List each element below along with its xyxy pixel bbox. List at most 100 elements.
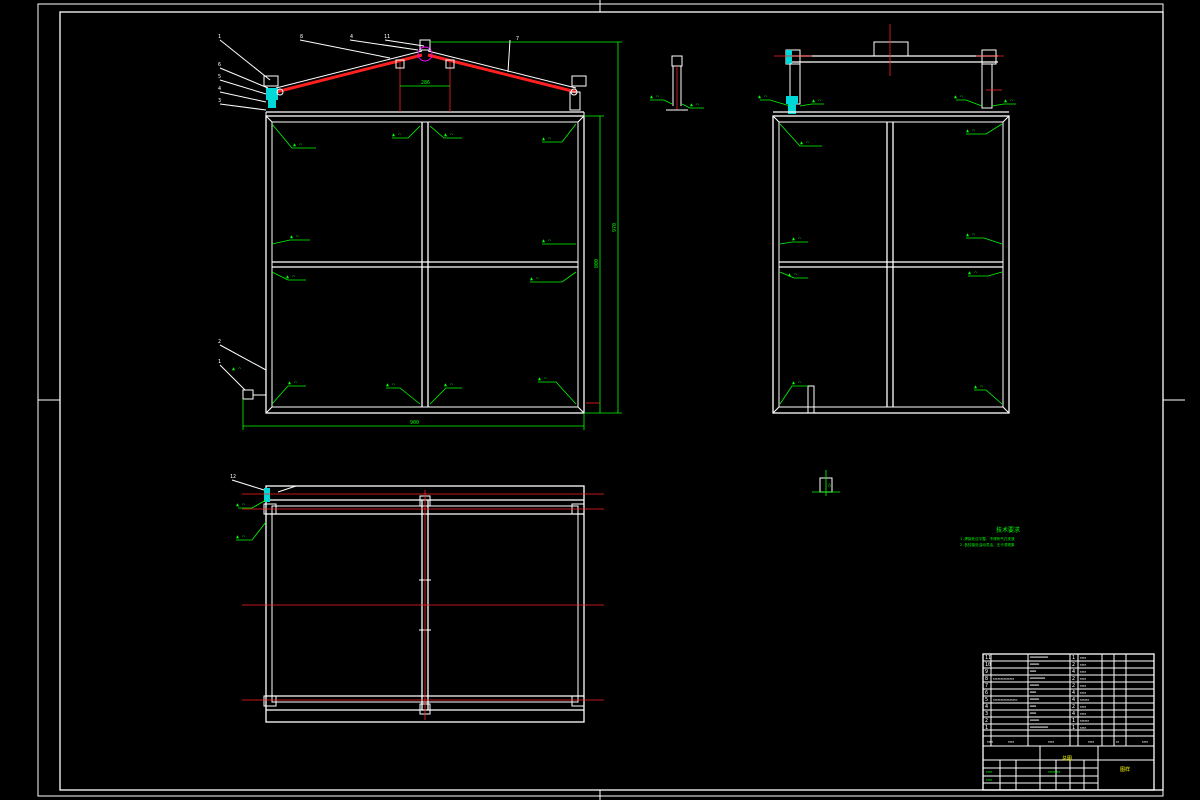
front-view: 286 800 970 900 [242,39,622,430]
notes-line-1: 1.焊接处应平整，不得有气孔夹渣 [960,536,1015,541]
svg-text:▭▭: ▭▭ [987,739,993,745]
svg-text:▲ ⌒: ▲ ⌒ [530,276,539,282]
notes-title: 技术要求 [996,526,1020,534]
svg-text:2: 2 [218,339,221,345]
svg-text:▭▭: ▭▭ [1080,662,1086,668]
svg-text:▲ ⌒: ▲ ⌒ [792,236,801,242]
svg-text:2: 2 [1072,676,1075,682]
svg-text:11: 11 [384,34,390,40]
svg-text:▲ ⌒: ▲ ⌒ [288,380,297,386]
svg-text:9: 9 [985,669,988,675]
svg-text:4: 4 [1072,711,1075,717]
weld-symbols-front: ▲ ⌒ ▲ ⌒ ▲ ⌒ ▲ ⌒ ▲ ⌒ ▲ ⌒ ▲ ⌒ ▲ ⌒ ▲ ⌒ ▲ ⌒ … [232,123,577,405]
svg-text:══: ══ [1029,690,1037,696]
svg-text:10: 10 [985,662,991,668]
svg-text:▲ ⌒: ▲ ⌒ [232,366,241,372]
svg-text:2: 2 [1072,683,1075,689]
title-block: 11 ══════ 1 ▭▭ 10 ═══ 2 ▭▭ 9 ══ 4 ▭▭ 8 ▭▭▭▭▭▭▭ ════… [982,653,1155,791]
svg-text:▲ ⌒: ▲ ⌒ [444,382,453,388]
notes-line-2: 2.各铰接处活动灵活，无卡滞现象 [960,542,1015,547]
svg-text:▲ ⌒: ▲ ⌒ [812,98,821,104]
svg-text:═══: ═══ [1029,718,1040,724]
side-view [772,24,1010,414]
svg-text:△: △ [828,482,831,488]
svg-text:5: 5 [218,74,221,80]
svg-text:2: 2 [1072,662,1075,668]
svg-text:▲ ⌒: ▲ ⌒ [966,128,975,134]
svg-text:▲ ⌒: ▲ ⌒ [650,94,659,100]
svg-text:4: 4 [1072,669,1075,675]
svg-text:12: 12 [230,474,236,480]
svg-text:▲ ⌒: ▲ ⌒ [966,232,975,238]
svg-text:══════: ══════ [1029,725,1049,731]
svg-text:▭▭: ▭▭ [1008,739,1014,745]
drawing-name: 总图 [1062,755,1072,762]
svg-text:▲ ⌒: ▲ ⌒ [386,382,395,388]
leader-lines: 1 6 5 4 3 8 4 11 7 2 1 [218,34,519,391]
svg-text:══: ══ [1029,711,1037,717]
svg-text:▭▭: ▭▭ [1080,669,1086,675]
svg-text:▭▭: ▭▭ [1080,725,1086,731]
svg-text:══════: ══════ [1029,655,1049,661]
roof-truss [263,39,587,112]
svg-text:▭▭▭: ▭▭▭ [1080,718,1089,724]
svg-text:▲ ⌒: ▲ ⌒ [236,502,245,508]
svg-text:4: 4 [985,704,988,710]
cad-drawing: 286 800 970 900 ▲ ⌒ ▲ ⌒ ▲ ⌒ ▲ ⌒ ▲ ⌒ ▲ ⌒ … [37,0,1185,800]
svg-text:3: 3 [218,98,221,104]
svg-text:══: ══ [1029,669,1037,675]
svg-text:▲ ⌒: ▲ ⌒ [290,234,299,240]
svg-text:1: 1 [985,725,988,731]
svg-text:6: 6 [985,690,988,696]
svg-text:4: 4 [1072,697,1075,703]
svg-text:7: 7 [516,36,519,42]
svg-text:═══: ═══ [1029,662,1040,668]
svg-text:1: 1 [218,34,221,40]
svg-text:▭▭: ▭▭ [1080,704,1086,710]
svg-text:▭▭▭▭▭▭▭: ▭▭▭▭▭▭▭ [993,676,1014,682]
svg-text:▲ ⌒: ▲ ⌒ [444,132,453,138]
svg-text:▲ ⌒: ▲ ⌒ [286,274,295,280]
svg-text:▭▭: ▭▭ [986,777,992,783]
svg-text:3: 3 [985,711,988,717]
svg-text:▲ ⌒: ▲ ⌒ [542,238,551,244]
svg-text:▭▭: ▭▭ [1080,676,1086,682]
svg-text:═══: ═══ [1029,683,1040,689]
svg-text:▭▭: ▭▭ [1088,739,1094,745]
svg-text:11: 11 [985,655,991,661]
svg-text:▲ ⌒: ▲ ⌒ [236,534,245,540]
svg-text:▲ ⌒: ▲ ⌒ [968,270,977,276]
svg-text:▭: ▭ [1116,739,1119,745]
svg-text:▭▭▭▭▭▭▭▭: ▭▭▭▭▭▭▭▭ [993,697,1017,703]
svg-text:4: 4 [218,86,221,92]
svg-text:▲ ⌒: ▲ ⌒ [954,94,963,100]
svg-text:2: 2 [985,718,988,724]
svg-text:▲ ⌒: ▲ ⌒ [542,136,551,142]
svg-text:▲ ⌒: ▲ ⌒ [293,142,302,148]
svg-text:8: 8 [300,34,303,40]
svg-text:970: 970 [612,223,618,232]
svg-text:▭▭: ▭▭ [1080,690,1086,696]
svg-text:▭▭: ▭▭ [1080,683,1086,689]
svg-text:900: 900 [410,420,419,426]
svg-text:1: 1 [1072,725,1075,731]
svg-text:▭▭▭: ▭▭▭ [1080,697,1089,703]
svg-text:5: 5 [985,697,988,703]
svg-text:▭▭: ▭▭ [1048,739,1054,745]
svg-text:▲ ⌒: ▲ ⌒ [792,380,801,386]
svg-text:▲ ⌒: ▲ ⌒ [788,272,797,278]
detail-post: ▲ ⌒ ▲ ⌒ [650,55,704,111]
svg-text:▲ ⌒: ▲ ⌒ [758,94,767,100]
svg-text:2: 2 [1072,704,1075,710]
svg-text:286: 286 [421,80,430,86]
svg-text:800: 800 [594,259,600,268]
svg-text:▲ ⌒: ▲ ⌒ [974,384,983,390]
svg-text:1: 1 [1072,718,1075,724]
svg-text:▲ ⌒: ▲ ⌒ [1004,98,1013,104]
svg-text:▭▭▭▭: ▭▭▭▭ [1048,769,1060,775]
svg-text:1: 1 [218,359,221,365]
weld-detail-mark: △ [812,470,840,496]
scale-cell: 图样 [1120,766,1130,773]
svg-text:▲ ⌒: ▲ ⌒ [392,132,401,138]
svg-text:8: 8 [985,676,988,682]
